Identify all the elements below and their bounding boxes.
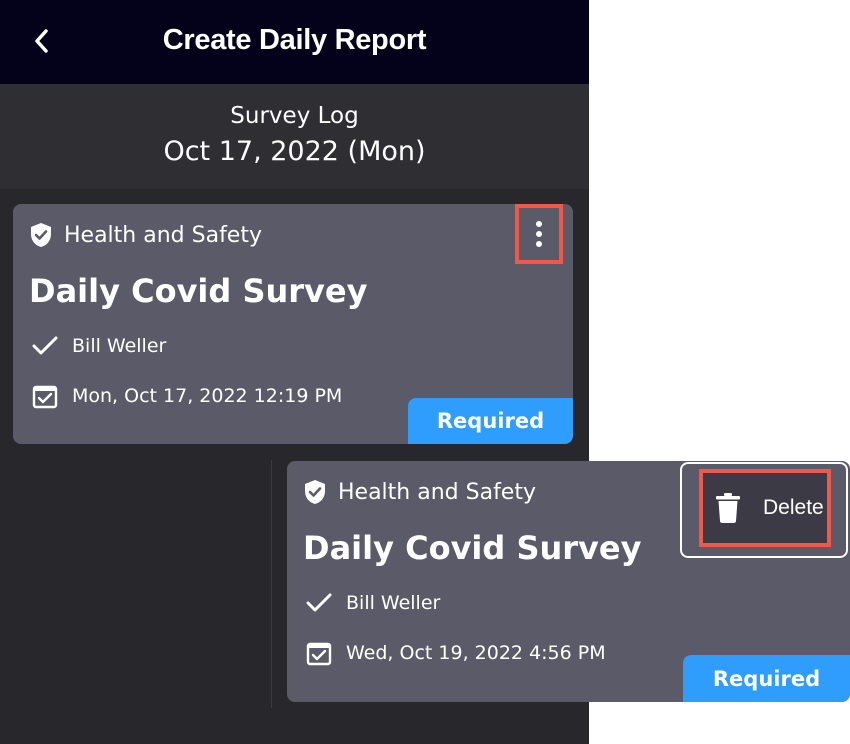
required-badge: Required [408,398,573,444]
calendar-check-icon [305,639,333,667]
card-category: Health and Safety [304,479,536,505]
options-menu: Delete [680,462,848,558]
required-badge: Required [683,655,850,702]
page-title: Create Daily Report [162,24,427,56]
delete-label: Delete [763,496,824,519]
calendar-check-icon [31,382,59,410]
survey-datetime: Wed, Oct 19, 2022 4:56 PM [346,642,606,664]
author-name: Bill Weller [346,592,441,614]
author-row: Bill Weller [305,589,440,617]
card-category: Health and Safety [30,222,262,248]
divider [271,460,272,708]
author-name: Bill Weller [72,335,167,357]
trash-icon [713,491,743,525]
log-date: Oct 17, 2022 (Mon) [163,136,426,167]
log-title: Survey Log [230,103,359,129]
top-bar: Create Daily Report [0,0,589,84]
delete-button[interactable]: Delete [699,469,831,547]
category-label: Health and Safety [338,479,536,505]
log-header: Survey Log Oct 17, 2022 (Mon) [0,84,589,189]
survey-datetime: Mon, Oct 17, 2022 12:19 PM [72,385,343,407]
shield-check-icon [30,222,52,248]
more-vertical-icon [536,221,542,247]
more-options-button[interactable] [515,204,563,264]
datetime-row: Wed, Oct 19, 2022 4:56 PM [305,639,606,667]
shield-check-icon [304,479,326,505]
card-title: Daily Covid Survey [29,272,368,310]
checkmark-icon [31,332,59,360]
author-row: Bill Weller [31,332,166,360]
card-title: Daily Covid Survey [303,529,642,567]
category-label: Health and Safety [64,222,262,248]
checkmark-icon [305,589,333,617]
survey-card[interactable]: Health and Safety Daily Covid Survey Bil… [13,204,573,444]
datetime-row: Mon, Oct 17, 2022 12:19 PM [31,382,342,410]
